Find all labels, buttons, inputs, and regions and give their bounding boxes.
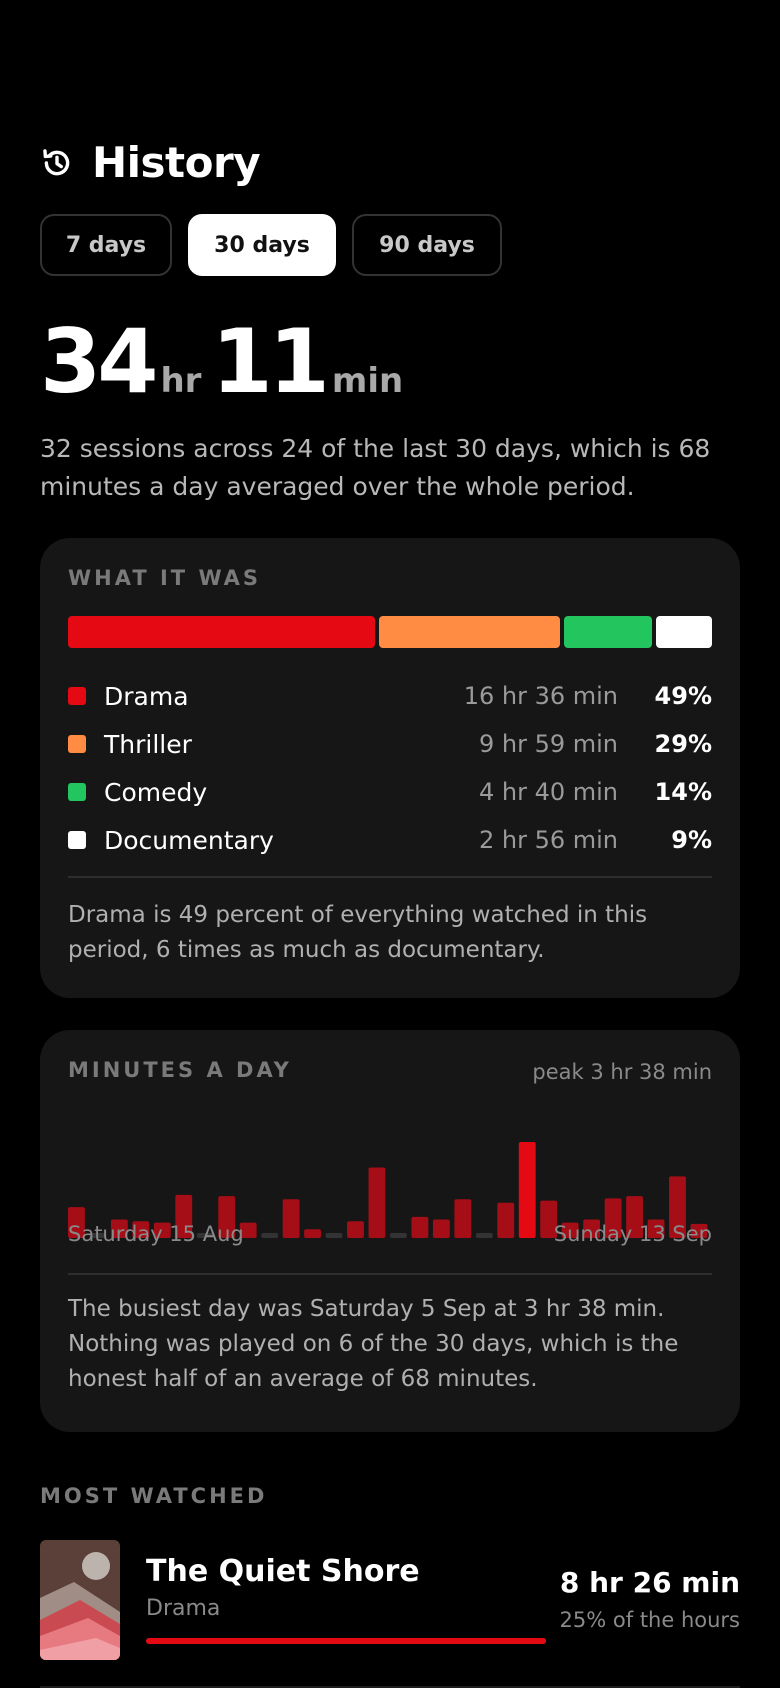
title-watch-time: 8 hr 26 min	[559, 1566, 740, 1599]
genre-name: Comedy	[104, 777, 208, 807]
title-genre: Drama	[146, 1596, 221, 1621]
genre-swatch	[68, 687, 86, 705]
bar-fri-4-sep	[497, 1202, 515, 1238]
total-watch-time: 34 hr 11 min	[40, 318, 413, 406]
bar-tue-1-sep	[432, 1219, 450, 1238]
divider	[68, 876, 712, 878]
chart-start-label: Saturday 15 Aug	[68, 1222, 244, 1246]
genre-time: 4 hr 40 min	[478, 778, 618, 806]
genre-segment-drama	[68, 616, 375, 648]
divider	[68, 1273, 712, 1275]
most-watched-label: MOST WATCHED	[40, 1484, 268, 1508]
range-selector: 7 days 30 days 90 days	[40, 214, 502, 276]
genre-segment-thriller	[378, 616, 561, 648]
header: History	[40, 138, 261, 187]
minutes-a-day-card: MINUTES A DAY peak 3 hr 38 min Saturday …	[40, 1030, 740, 1432]
bar-mon-31-aug	[411, 1216, 429, 1238]
chart-end-label: Sunday 13 Sep	[553, 1222, 712, 1246]
minutes-unit: min	[331, 361, 404, 401]
genre-swatch	[68, 783, 86, 801]
genre-row-drama: Drama 16 hr 36 min 49%	[68, 672, 712, 720]
bar-wed-26-aug	[304, 1229, 321, 1238]
bar-mon-24-aug	[261, 1233, 279, 1238]
daily-card-label: MINUTES A DAY	[68, 1058, 292, 1082]
daily-minutes-chart	[68, 1142, 708, 1238]
title-share: 25% of the hours	[559, 1608, 740, 1632]
genre-name: Thriller	[104, 729, 192, 759]
total-minutes: 11	[211, 310, 329, 413]
peak-label: peak 3 hr 38 min	[532, 1060, 712, 1084]
genre-time: 2 hr 56 min	[478, 826, 618, 854]
page-title: History	[92, 138, 261, 187]
bar-thu-27-aug	[325, 1233, 343, 1238]
hours-unit: hr	[160, 361, 202, 401]
genre-note: Drama is 49 percent of everything watche…	[68, 902, 648, 963]
share-progress-fill	[146, 1638, 546, 1644]
genre-row-documentary: Documentary 2 hr 56 min 9%	[68, 816, 712, 864]
total-hours: 34	[40, 310, 158, 413]
genre-time: 9 hr 59 min	[478, 730, 618, 758]
genre-row-comedy: Comedy 4 hr 40 min 14%	[68, 768, 712, 816]
bar-thu-3-sep	[475, 1233, 493, 1238]
most-watched-item[interactable]: The Quiet Shore Drama 8 hr 26 min 25% of…	[40, 1540, 740, 1660]
genre-stacked-bar	[68, 616, 712, 648]
genre-name: Documentary	[104, 825, 274, 855]
range-30-days-button[interactable]: 30 days	[188, 214, 336, 276]
range-7-days-button[interactable]: 7 days	[40, 214, 172, 276]
genre-name: Drama	[104, 681, 189, 711]
bar-sun-30-aug	[390, 1233, 407, 1238]
period-summary: 32 sessions across 24 of the last 30 day…	[40, 434, 711, 501]
genre-breakdown-card: WHAT IT WAS Drama 16 hr 36 min 49% Thriller…	[40, 538, 740, 998]
genre-list: Drama 16 hr 36 min 49% Thriller 9 hr 59 min 2…	[68, 672, 712, 864]
genre-card-label: WHAT IT WAS	[68, 566, 262, 590]
bar-sat-5-sep	[518, 1142, 536, 1238]
genre-percent: 49%	[654, 682, 712, 710]
genre-swatch	[68, 831, 86, 849]
title-name: The Quiet Shore	[146, 1554, 420, 1589]
bar-wed-2-sep	[454, 1199, 472, 1238]
poster-thumbnail	[40, 1540, 120, 1660]
daily-note: The busiest day was Saturday 5 Sep at 3 …	[68, 1296, 679, 1392]
share-progress-track	[146, 1638, 546, 1644]
bar-tue-25-aug	[282, 1199, 300, 1238]
genre-swatch	[68, 735, 86, 753]
genre-percent: 14%	[654, 778, 712, 806]
genre-segment-comedy	[564, 616, 652, 648]
genre-time: 16 hr 36 min	[463, 682, 618, 710]
genre-row-thriller: Thriller 9 hr 59 min 29%	[68, 720, 712, 768]
genre-percent: 29%	[654, 730, 712, 758]
genre-percent: 9%	[671, 826, 712, 854]
range-90-days-button[interactable]: 90 days	[352, 214, 502, 276]
history-icon	[43, 148, 70, 175]
genre-segment-documentary	[655, 616, 712, 648]
bar-fri-28-aug	[347, 1221, 364, 1238]
bar-sat-29-aug	[368, 1167, 386, 1238]
